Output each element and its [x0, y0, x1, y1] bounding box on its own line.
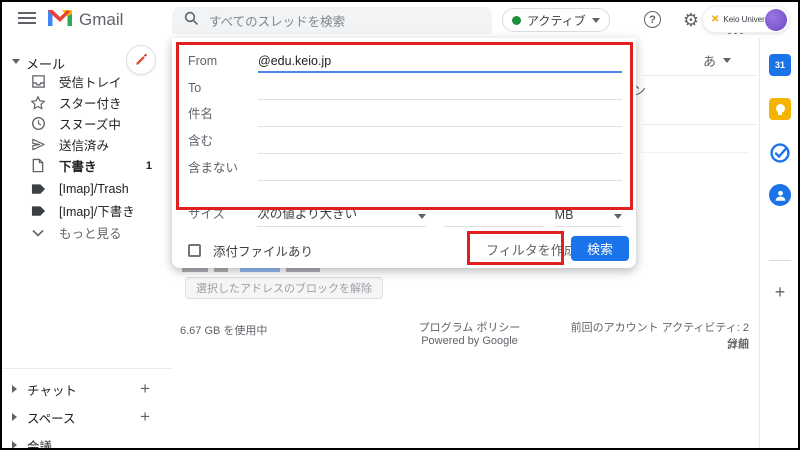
sidebar-item-more[interactable]: もっと見る	[2, 222, 170, 243]
sidebar-item-snoozed[interactable]: スヌーズ中	[2, 113, 170, 134]
sidebar-section-meet[interactable]: 会議	[2, 434, 170, 450]
sidebar-section-chat[interactable]: チャット +	[2, 378, 170, 400]
size-unit-dropdown[interactable]: MB	[555, 208, 622, 227]
subject-label: 件名	[188, 103, 258, 127]
to-input[interactable]	[258, 82, 622, 100]
clock-icon	[30, 116, 46, 132]
sidebar: メール 受信トレイ スター付き スヌーズ中 送信済み 下書き 1	[2, 38, 172, 450]
program-policies-link[interactable]: プログラム ポリシー	[402, 319, 537, 335]
chevron-down-icon	[614, 214, 622, 219]
label-icon	[30, 203, 46, 219]
search-icon	[184, 11, 199, 31]
filter-row-includes: 含む	[188, 127, 622, 154]
includes-input[interactable]	[258, 136, 622, 154]
chevron-down-icon	[592, 18, 600, 23]
avatar[interactable]	[765, 9, 787, 31]
side-panel-rail: 31 + ›	[759, 38, 800, 450]
search-filter-panel: From @edu.keio.jp To 件名 含む 含まない サイズ 次の値よ…	[172, 38, 636, 268]
sidebar-section-spaces[interactable]: スペース +	[2, 406, 170, 428]
new-space-button[interactable]: +	[140, 407, 150, 427]
expand-arrow-icon	[12, 441, 17, 449]
details-link[interactable]: 詳細	[567, 336, 749, 352]
star-icon	[30, 95, 46, 111]
keep-icon[interactable]	[769, 98, 791, 120]
send-icon	[30, 137, 46, 153]
attachment-label: 添付ファイルあり	[213, 241, 313, 260]
help-icon[interactable]: ?	[644, 11, 661, 28]
divider	[642, 152, 748, 153]
draft-file-icon	[30, 158, 46, 174]
filter-row-size: サイズ 次の値より大きい MB	[188, 200, 622, 227]
has-attachment-checkbox-row[interactable]: 添付ファイルあり	[188, 241, 313, 260]
chevron-down-icon	[418, 214, 426, 219]
new-chat-button[interactable]: +	[140, 379, 150, 399]
chevron-down-icon	[723, 58, 731, 63]
tasks-icon[interactable]	[769, 142, 791, 164]
status-label: アクティブ	[527, 12, 586, 29]
search-placeholder: すべてのスレッドを検索	[209, 11, 345, 30]
draft-count-badge: 1	[146, 160, 152, 172]
attachment-checkbox[interactable]	[188, 244, 201, 257]
collapse-arrow-icon	[12, 59, 20, 64]
expand-arrow-icon	[12, 385, 17, 393]
keio-crest-icon: ✕	[711, 14, 719, 25]
from-label: From	[188, 54, 258, 73]
size-label: サイズ	[188, 203, 257, 227]
sidebar-item-imap-drafts[interactable]: [Imap]/下書き	[2, 200, 170, 221]
inbox-icon	[30, 74, 46, 90]
font-language-selector[interactable]: あ	[703, 51, 731, 70]
sidebar-item-starred[interactable]: スター付き	[2, 92, 170, 113]
storage-usage-label: 6.67 GB を使用中	[180, 322, 267, 338]
hamburger-menu-icon[interactable]	[18, 12, 36, 26]
filter-row-subject: 件名	[188, 100, 622, 127]
sidebar-divider	[2, 368, 172, 369]
rail-divider	[769, 260, 791, 261]
sidebar-item-inbox[interactable]: 受信トレイ	[2, 71, 170, 92]
active-status-dot	[512, 16, 521, 25]
sidebar-item-sent[interactable]: 送信済み	[2, 134, 170, 155]
divider	[642, 124, 756, 125]
gmail-logo[interactable]: Gmail	[48, 8, 123, 31]
gmail-window: Gmail すべてのスレッドを検索 アクティブ ? ⚙ ✕ Keio Unive…	[0, 0, 800, 450]
excludes-label: 含まない	[188, 157, 258, 181]
includes-label: 含む	[188, 130, 258, 154]
pencil-icon	[134, 53, 148, 67]
size-operator-dropdown[interactable]: 次の値より大きい	[257, 203, 425, 227]
divider	[642, 75, 756, 76]
header-bar: Gmail すべてのスレッドを検索 アクティブ ? ⚙ ✕ Keio Unive…	[2, 2, 798, 38]
chevron-down-icon	[30, 225, 46, 241]
status-chip[interactable]: アクティブ	[502, 8, 610, 32]
subject-input[interactable]	[258, 109, 622, 127]
get-addons-plus-icon[interactable]: +	[769, 281, 791, 303]
from-input[interactable]: @edu.keio.jp	[258, 54, 622, 73]
excludes-input[interactable]	[258, 163, 622, 181]
expand-arrow-icon	[12, 413, 17, 421]
sidebar-item-imap-trash[interactable]: [Imap]/Trash	[2, 178, 170, 199]
powered-by-label: Powered by Google	[402, 335, 537, 347]
account-badge[interactable]: ✕ Keio University	[702, 6, 790, 33]
to-label: To	[188, 81, 258, 100]
gmail-m-icon	[48, 8, 72, 31]
clipped-text-row	[182, 268, 332, 273]
filter-row-to: To	[188, 73, 622, 100]
filter-row-excludes: 含まない	[188, 154, 622, 181]
search-button[interactable]: 検索	[571, 236, 629, 261]
settings-gear-icon[interactable]: ⚙	[680, 9, 702, 31]
size-value-input[interactable]	[444, 209, 543, 227]
unblock-selected-button[interactable]: 選択したアドレスのブロックを解除	[185, 277, 383, 299]
gmail-wordmark: Gmail	[79, 10, 123, 30]
label-icon	[30, 181, 46, 197]
calendar-icon[interactable]: 31	[769, 54, 791, 76]
search-bar[interactable]: すべてのスレッドを検索	[172, 7, 492, 34]
sidebar-item-drafts[interactable]: 下書き 1	[2, 155, 170, 176]
contacts-icon[interactable]	[769, 184, 791, 206]
filter-row-from: From @edu.keio.jp	[188, 46, 622, 73]
